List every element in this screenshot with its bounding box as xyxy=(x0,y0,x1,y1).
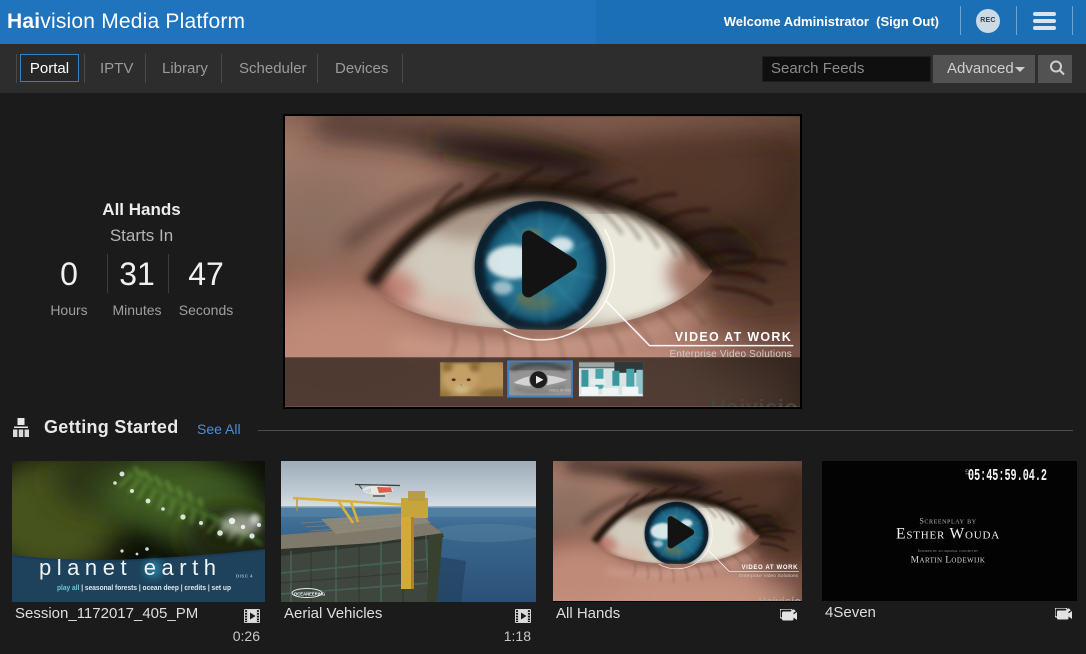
svg-text:VIDEO AT WORK: VIDEO AT WORK xyxy=(675,330,792,344)
svg-text:Esther Wouda: Esther Wouda xyxy=(896,526,1000,543)
svg-text:play all | seasonal forests: play all | seasonal forests | ocean deep… xyxy=(57,583,231,592)
svg-text:Martin Lodewijk: Martin Lodewijk xyxy=(911,556,986,566)
svg-text:DISC 4: DISC 4 xyxy=(236,574,253,579)
svg-text:Inspired by an original concep: Inspired by an original concept by xyxy=(918,548,979,553)
svg-text:05:45:59.04.2: 05:45:59.04.2 xyxy=(968,467,1047,486)
svg-text:Screenplay by: Screenplay by xyxy=(919,517,976,526)
svg-text:GT: GT xyxy=(965,469,970,476)
svg-text:OCEANEERING: OCEANEERING xyxy=(294,592,325,597)
